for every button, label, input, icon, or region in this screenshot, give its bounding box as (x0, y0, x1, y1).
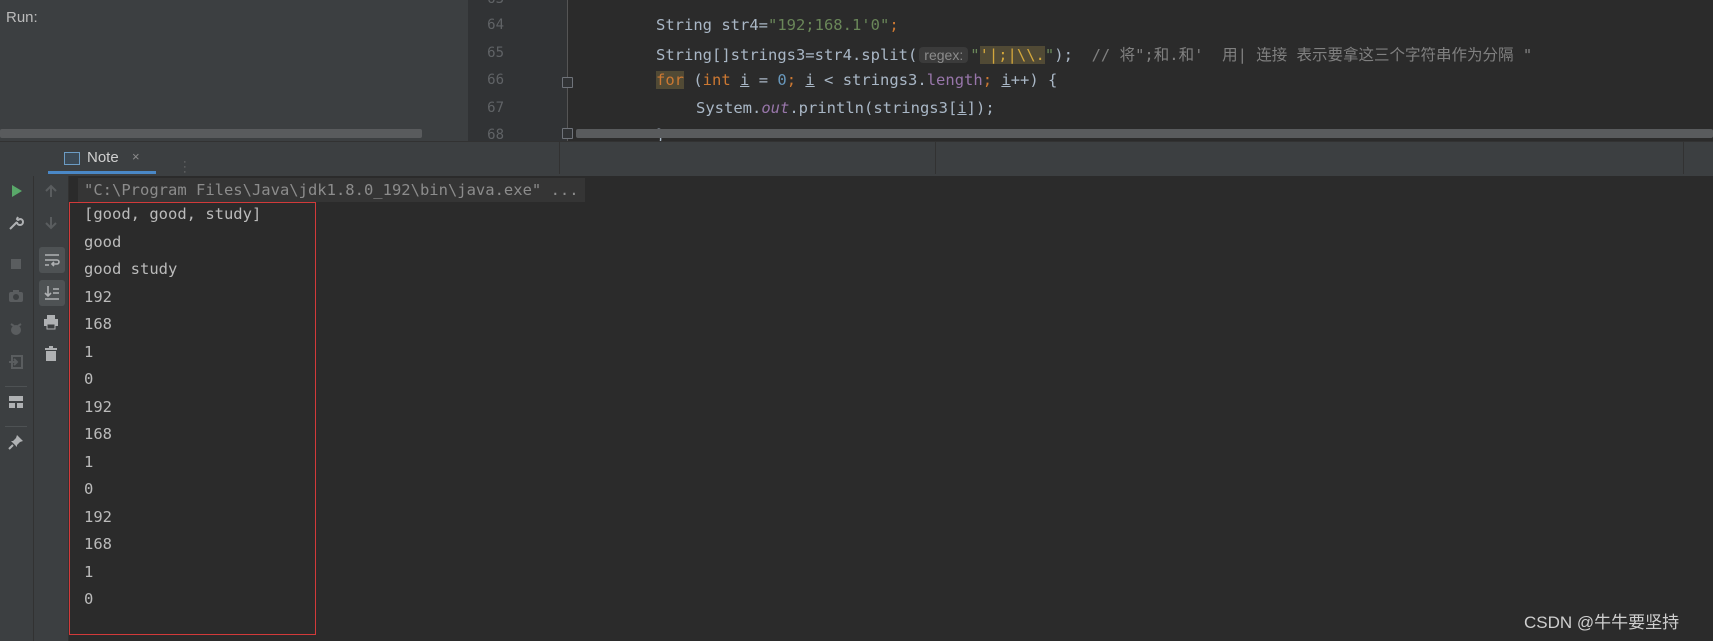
loop-variable: i (740, 71, 750, 89)
string-literal: "192;168.1'0" (767, 16, 890, 34)
loop-variable: i (1001, 71, 1011, 89)
code-token: ; (982, 71, 1002, 89)
watermark: CSDN @牛牛要坚持 (1524, 613, 1680, 632)
code-token: .println(strings3[ (789, 99, 958, 117)
header-divider (935, 142, 936, 174)
code-token: ]); (966, 99, 995, 117)
run-icon[interactable] (5, 183, 27, 205)
code-token: String str4= (656, 16, 768, 34)
line-number: 64 (487, 17, 504, 33)
wrench-icon[interactable] (5, 215, 27, 237)
exit-icon[interactable] (5, 354, 27, 376)
run-label: Run: (6, 9, 38, 26)
project-pane (0, 0, 468, 141)
fold-guide-line (567, 0, 568, 141)
code-line-67: System.out.println(strings3[i]); (696, 99, 995, 117)
line-number: 63 (468, 0, 504, 7)
header-divider (559, 142, 560, 174)
regex-literal: '|;|\\. (979, 46, 1045, 64)
drag-handle-icon[interactable]: · · · (183, 157, 187, 178)
up-arrow-icon[interactable] (40, 183, 62, 205)
toolbar-separator (5, 426, 27, 427)
console-command-line: "C:\Program Files\Java\jdk1.8.0_192\bin\… (78, 178, 585, 202)
loop-variable: i (957, 99, 967, 117)
code-token: System. (696, 99, 762, 117)
console-tab-icon (64, 152, 80, 165)
code-line-64: String str4="192;168.1'0"; (656, 16, 899, 34)
line-number: 65 (487, 45, 504, 61)
code-line-65: String[]strings3=str4.split(regex: "'|;|\… (656, 43, 1532, 65)
print-icon[interactable] (40, 314, 62, 336)
code-line-66: for (int i = 0; i < strings3.length; i++… (656, 71, 1057, 89)
field-out: out (761, 99, 790, 117)
close-icon[interactable]: × (132, 149, 140, 164)
line-number: 67 (487, 100, 504, 116)
header-divider (1683, 142, 1684, 174)
code-token: String[]strings3=str4.split( (656, 46, 918, 64)
code-token: = (749, 71, 778, 89)
soft-wrap-icon[interactable] (39, 247, 65, 273)
code-token: ( (684, 71, 703, 89)
stop-icon[interactable] (5, 255, 27, 277)
annotation-highlight-box (69, 202, 316, 635)
code-token: ++) { (1010, 71, 1058, 89)
keyword-int: int (702, 71, 731, 89)
loop-variable: i (805, 71, 815, 89)
layout-icon[interactable] (5, 394, 27, 416)
code-comment: // 将";和.和' 用| 连接 表示要拿这三个字符串作为分隔 " (1091, 46, 1533, 64)
string-quote: " (970, 46, 980, 64)
run-tool-window-header (0, 141, 1713, 177)
code-token: ; (889, 16, 899, 34)
scroll-to-end-icon[interactable] (39, 280, 65, 306)
project-pane-scrollbar[interactable] (0, 129, 422, 138)
toolbar-separator (5, 386, 27, 387)
active-tab-indicator (48, 171, 156, 174)
trash-icon[interactable] (40, 346, 62, 368)
pin-icon[interactable] (5, 434, 27, 456)
run-toolbar (0, 176, 34, 641)
code-token: < strings3. (814, 71, 927, 89)
debug-restart-icon[interactable] (5, 321, 27, 343)
fold-marker-icon[interactable] (562, 128, 573, 139)
down-arrow-icon[interactable] (40, 215, 62, 237)
editor-scrollbar[interactable] (576, 129, 1713, 138)
tab-note-label[interactable]: Note (87, 149, 119, 166)
line-number: 66 (487, 72, 504, 88)
keyword-for: for (656, 71, 684, 89)
code-token: ; (786, 71, 806, 89)
string-quote: " (1044, 46, 1055, 64)
number-literal: 0 (777, 71, 787, 89)
fold-marker-icon[interactable] (562, 77, 573, 88)
parameter-hint: regex: (919, 47, 969, 63)
console-toolbar (34, 176, 69, 641)
field-length: length (926, 71, 983, 89)
code-token: ); (1054, 46, 1073, 64)
camera-icon[interactable] (5, 288, 27, 310)
